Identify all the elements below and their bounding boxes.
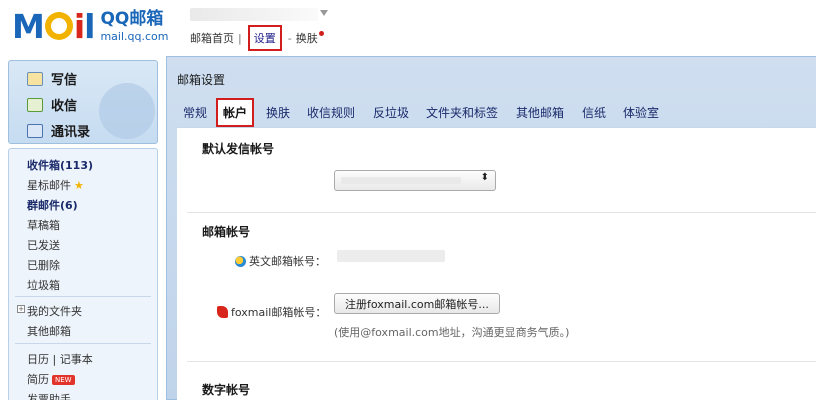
receive-label: 收信 [51, 99, 78, 114]
section-mail-accounts: 邮箱帐号 [202, 225, 251, 239]
selected-sender-redacted [341, 177, 461, 184]
mascot-decoration-icon [99, 83, 155, 139]
foxmail-icon [217, 306, 228, 318]
english-account-value-redacted [337, 250, 445, 262]
folder-list: 收件箱(113) 星标邮件 ★ 群邮件(6) 草稿箱 已发送 已删除 垃圾箱 + … [8, 148, 158, 400]
tab-labs[interactable]: 体验室 [623, 104, 659, 121]
foxmail-hint-text: (使用@foxmail.com地址，沟通更显商务气质。) [334, 326, 570, 339]
account-settings-content: 默认发信帐号 ⬍ 邮箱帐号 英文邮箱帐号： foxmail邮箱帐号： 注册fox… [177, 127, 816, 400]
section-digital-account: 数字帐号 [202, 383, 251, 397]
tab-account[interactable]: 帐户 [216, 98, 255, 127]
folder-drafts[interactable]: 草稿箱 [27, 217, 60, 233]
qq-mail-logo[interactable]: M i l QQ邮箱 mail.qq.com [12, 6, 169, 46]
page-title: 邮箱设置 [177, 73, 226, 87]
account-name-redacted[interactable] [190, 8, 318, 21]
settings-link[interactable]: 设置 [247, 25, 282, 51]
section-divider [187, 212, 816, 213]
new-badge: NEW [52, 375, 75, 385]
folder-group[interactable]: 群邮件(6) [27, 197, 78, 213]
mailbox-home-link[interactable]: 邮箱首页 [190, 30, 234, 46]
logo-title: QQ邮箱 [100, 8, 164, 29]
section-divider [187, 361, 816, 362]
qq-icon [235, 255, 246, 267]
resume-link[interactable]: 简历 NEW [27, 371, 75, 387]
logo-letter-i: i [73, 6, 85, 46]
compose-label: 写信 [51, 73, 78, 88]
folder-other-mail[interactable]: 其他邮箱 [27, 323, 71, 339]
compose-button[interactable]: 写信 [27, 69, 77, 88]
tab-other-mail[interactable]: 其他邮箱 [516, 104, 564, 121]
star-icon: ★ [74, 179, 84, 192]
tab-stationery[interactable]: 信纸 [582, 104, 606, 121]
top-navigation: 邮箱首页 | 设置 - 换肤 [190, 25, 324, 51]
logo-letter-m: M [12, 6, 45, 46]
logo-letter-l: l [84, 6, 95, 46]
tab-anti-spam[interactable]: 反垃圾 [373, 104, 409, 121]
folder-starred[interactable]: 星标邮件 ★ [27, 177, 84, 193]
mail-actions-panel: 写信 收信 通讯录 [8, 60, 158, 144]
folder-sent[interactable]: 已发送 [27, 237, 60, 253]
resume-label: 简历 [27, 373, 49, 386]
header: M i l QQ邮箱 mail.qq.com 邮箱首页 | 设置 - 换肤 [0, 0, 816, 58]
contacts-icon [27, 123, 43, 138]
folder-inbox[interactable]: 收件箱(113) [27, 157, 93, 173]
receive-button[interactable]: 收信 [27, 95, 77, 114]
select-arrows-icon: ⬍ [480, 172, 489, 183]
section-default-sender: 默认发信帐号 [202, 142, 275, 156]
contacts-button[interactable]: 通讯录 [27, 121, 90, 140]
default-sender-select[interactable]: ⬍ [334, 170, 496, 191]
logo-o-icon [44, 12, 73, 40]
foxmail-account-text: foxmail邮箱帐号： [231, 306, 327, 319]
english-account-text: 英文邮箱帐号： [249, 255, 326, 268]
skin-link[interactable]: 换肤 [296, 30, 318, 46]
logo-text: QQ邮箱 mail.qq.com [100, 8, 169, 43]
tab-general[interactable]: 常规 [183, 104, 207, 121]
folder-deleted[interactable]: 已删除 [27, 257, 60, 273]
inbox-icon [27, 97, 43, 112]
folder-starred-label: 星标邮件 [27, 179, 71, 192]
english-account-label: 英文邮箱帐号： [235, 253, 326, 269]
folder-my-folders[interactable]: 我的文件夹 [27, 303, 82, 319]
foxmail-account-label: foxmail邮箱帐号： [217, 304, 326, 320]
nav-dash: - [287, 31, 292, 45]
invoice-assistant-link[interactable]: 发票助手 [27, 391, 71, 400]
logo-wordmark: M i l [12, 6, 96, 46]
settings-panel: 邮箱设置 常规 帐户 换肤 收信规则 反垃圾 文件夹和标签 其他邮箱 信纸 体验… [166, 56, 816, 400]
nav-separator: | [238, 31, 242, 45]
compose-icon [27, 71, 43, 86]
account-dropdown-arrow-icon[interactable] [320, 10, 328, 16]
register-foxmail-button[interactable]: 注册foxmail.com邮箱帐号... [334, 293, 500, 314]
folder-divider [15, 343, 151, 344]
skin-notification-dot [318, 30, 324, 36]
folder-spam[interactable]: 垃圾箱 [27, 277, 60, 293]
tab-skin[interactable]: 换肤 [266, 104, 290, 121]
logo-domain: mail.qq.com [100, 29, 169, 43]
sidebar: 写信 收信 通讯录 收件箱(113) 星标邮件 ★ 群邮件(6) 草稿箱 已发送 … [8, 60, 158, 400]
expand-plus-icon[interactable]: + [17, 305, 25, 313]
calendar-notes-link[interactable]: 日历 | 记事本 [27, 351, 93, 367]
settings-tabs: 常规 帐户 换肤 收信规则 反垃圾 文件夹和标签 其他邮箱 信纸 体验室 [167, 95, 816, 129]
tab-folders-labels[interactable]: 文件夹和标签 [426, 104, 498, 121]
tab-receive-rules[interactable]: 收信规则 [307, 104, 355, 121]
folder-divider [15, 296, 151, 297]
contacts-label: 通讯录 [51, 125, 91, 140]
